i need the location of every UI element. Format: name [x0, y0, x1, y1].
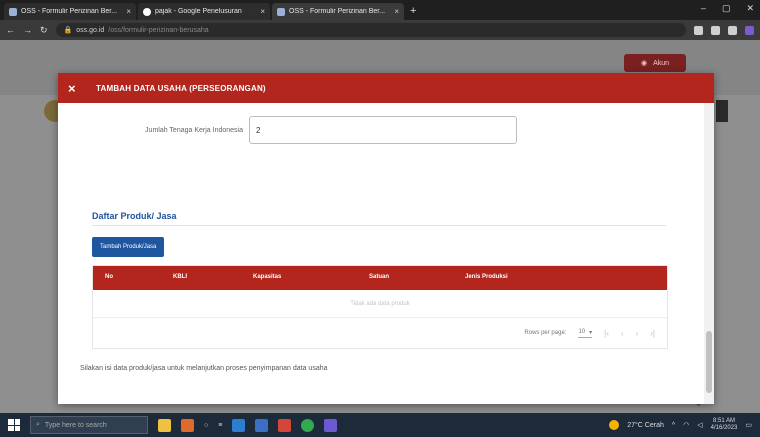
column-header-kbli[interactable]: KBLI: [173, 274, 187, 280]
google-favicon-icon: [143, 7, 151, 16]
helper-note: Silakan isi data produk/jasa untuk melan…: [80, 365, 328, 372]
product-table: No KBLI Kapasitas Satuan Jenis Produksi …: [92, 265, 668, 349]
tenaga-kerja-label: Jumlah Tenaga Kerja Indonesia: [145, 126, 243, 134]
windows-start-icon[interactable]: [8, 419, 20, 431]
forward-icon[interactable]: →: [23, 25, 32, 35]
maximize-icon[interactable]: ▢: [722, 3, 731, 14]
edge-icon[interactable]: [232, 418, 246, 432]
app-icon[interactable]: [278, 418, 292, 432]
page-side-block: [716, 100, 728, 122]
column-header-satuan[interactable]: Satuan: [369, 274, 389, 280]
pinned-app-icon[interactable]: [158, 418, 171, 432]
browser-tab-title: OSS - Formulir Perizinan Ber...: [289, 8, 386, 15]
widgets-icon[interactable]: ≡: [218, 422, 222, 429]
window-controls: – ▢ ✕: [701, 3, 754, 14]
user-icon: ◉: [640, 60, 648, 67]
add-business-modal: × TAMBAH DATA USAHA (PERSEORANGAN) Jumla…: [58, 73, 714, 404]
close-icon[interactable]: ×: [68, 81, 88, 96]
url-path: /oss/formulir-perizinan-berusaha: [108, 26, 209, 34]
table-pagination: Rows per page: 10 ▾ |‹ ‹ › ›|: [93, 318, 667, 348]
new-tab-button[interactable]: +: [410, 5, 416, 17]
close-tab-icon[interactable]: ×: [126, 7, 131, 16]
prev-page-icon[interactable]: ‹: [621, 329, 624, 338]
modal-body: Jumlah Tenaga Kerja Indonesia Daftar Pro…: [58, 103, 714, 404]
wifi-icon[interactable]: ◠: [683, 421, 689, 429]
browser-tab-title: pajak - Google Penelusuran: [155, 8, 242, 15]
next-page-icon[interactable]: ›: [636, 329, 639, 338]
bookmark-star-icon[interactable]: [711, 25, 720, 35]
clock-time: 8:51 AM: [713, 418, 736, 424]
modal-header: × TAMBAH DATA USAHA (PERSEORANGAN): [58, 73, 714, 103]
close-tab-icon[interactable]: ×: [260, 7, 265, 16]
column-header-kapasitas[interactable]: Kapasitas: [253, 274, 281, 280]
task-view-icon[interactable]: ○: [204, 422, 208, 429]
volume-icon[interactable]: ◁: [697, 421, 702, 429]
profile-icon[interactable]: [745, 25, 754, 35]
account-button[interactable]: ◉ Akun: [624, 54, 686, 72]
last-page-icon[interactable]: ›|: [650, 329, 655, 338]
add-product-button[interactable]: Tambah Produk/Jasa: [92, 237, 165, 257]
scroll-thumb[interactable]: [706, 331, 712, 393]
rows-per-page-select[interactable]: 10 ▾: [578, 329, 593, 338]
tray-chevron-icon[interactable]: ^: [672, 422, 675, 429]
chevron-down-icon: ▾: [589, 329, 593, 336]
first-page-icon[interactable]: |‹: [604, 329, 609, 338]
table-header: No KBLI Kapasitas Satuan Jenis Produksi: [93, 266, 667, 290]
weather-icon: [609, 420, 620, 430]
browser-tab-3[interactable]: OSS - Formulir Perizinan Ber... ×: [272, 3, 404, 20]
section-title: Daftar Produk/ Jasa: [92, 211, 177, 221]
taskbar-search[interactable]: ⌕ Type here to search: [30, 416, 148, 434]
mail-icon[interactable]: [255, 418, 269, 432]
extensions-area: [694, 25, 754, 35]
browser-tab-strip: OSS - Formulir Perizinan Ber... × pajak …: [0, 0, 760, 20]
browser-tab-2[interactable]: pajak - Google Penelusuran ×: [138, 3, 270, 20]
account-button-label: Akun: [653, 59, 670, 67]
clock[interactable]: 8:51 AM 4/16/2023: [711, 418, 738, 432]
url-host: oss.go.id: [76, 26, 105, 34]
search-icon: ⌕: [36, 421, 40, 428]
app-icon[interactable]: [324, 418, 338, 432]
modal-title: TAMBAH DATA USAHA (PERSEORANGAN): [96, 83, 266, 93]
browser-tab-title: OSS - Formulir Perizinan Ber...: [21, 8, 118, 15]
tenaga-kerja-input[interactable]: [249, 116, 517, 144]
taskbar-search-placeholder: Type here to search: [44, 421, 107, 429]
modal-scrollbar[interactable]: [704, 103, 714, 404]
reload-icon[interactable]: ↻: [40, 25, 48, 36]
column-header-jenis-produksi[interactable]: Jenis Produksi: [465, 274, 508, 280]
close-tab-icon[interactable]: ×: [394, 7, 399, 16]
oss-favicon-icon: [9, 7, 17, 16]
divider: [92, 225, 666, 226]
address-bar[interactable]: 🔒 oss.go.id /oss/formulir-perizinan-beru…: [55, 23, 686, 37]
chrome-icon[interactable]: [301, 418, 315, 432]
tenaga-kerja-row: Jumlah Tenaga Kerja Indonesia: [103, 116, 517, 144]
rows-per-page-value: 10: [578, 329, 586, 335]
clock-date: 4/16/2023: [710, 425, 738, 431]
minimize-icon[interactable]: –: [701, 3, 706, 14]
back-icon[interactable]: ←: [6, 25, 15, 35]
share-icon[interactable]: [694, 25, 703, 35]
lock-icon: 🔒: [63, 27, 73, 34]
notification-icon[interactable]: ▭: [745, 421, 752, 429]
table-empty-row: Tidak ada data produk: [93, 290, 667, 318]
rows-per-page-label: Rows per page:: [524, 330, 567, 336]
browser-tab-1[interactable]: OSS - Formulir Perizinan Ber... ×: [4, 3, 136, 20]
system-tray: 27°C Cerah ^ ◠ ◁ 8:51 AM 4/16/2023 ▭: [609, 418, 752, 432]
weather-text[interactable]: 27°C Cerah: [627, 422, 664, 429]
pinned-app-icon[interactable]: [181, 418, 194, 432]
oss-favicon-icon: [277, 7, 285, 16]
browser-toolbar: ← → ↻ 🔒 oss.go.id /oss/formulir-perizina…: [0, 20, 760, 40]
close-window-icon[interactable]: ✕: [746, 3, 754, 14]
taskbar: ⌕ Type here to search ○ ≡ 27°C Cerah ^ ◠…: [0, 413, 760, 437]
column-header-no[interactable]: No: [105, 274, 113, 280]
extension-puzzle-icon[interactable]: [728, 25, 737, 35]
